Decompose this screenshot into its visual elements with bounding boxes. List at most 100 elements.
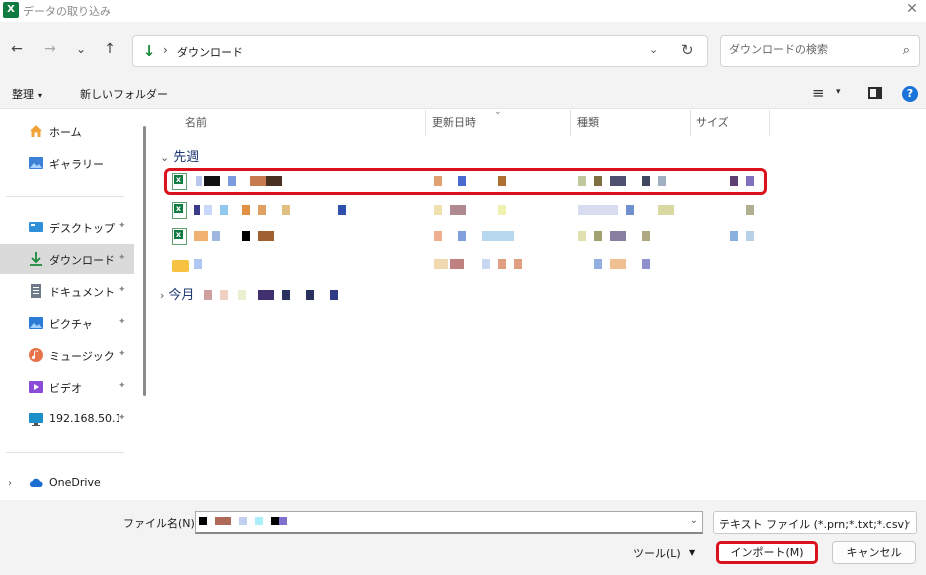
- pin-icon[interactable]: ✦: [118, 317, 126, 327]
- sidebar-item-documents[interactable]: ドキュメント ✦: [0, 276, 134, 306]
- file-row[interactable]: [168, 225, 768, 249]
- column-divider[interactable]: [690, 110, 691, 136]
- refresh-icon[interactable]: ↻: [681, 41, 694, 59]
- sidebar-item-videos[interactable]: ビデオ ✦: [0, 372, 134, 402]
- redacted-text: [330, 290, 338, 300]
- sort-indicator-icon: ⌄: [494, 107, 502, 117]
- download-icon: ↓: [142, 42, 156, 60]
- sidebar-item-downloads[interactable]: ダウンロード ✦: [0, 244, 134, 274]
- redacted-text: [658, 205, 674, 215]
- file-type-select[interactable]: テキスト ファイル (*.prn;*.txt;*.csv) ⌄: [713, 511, 917, 534]
- document-icon: [31, 284, 41, 298]
- sidebar-item-desktop[interactable]: デスクトップ ✦: [0, 212, 134, 242]
- folder-row[interactable]: [168, 253, 768, 277]
- help-icon[interactable]: ?: [902, 86, 918, 102]
- sidebar-scrollbar[interactable]: [143, 126, 146, 396]
- search-box[interactable]: ⌕: [720, 35, 920, 67]
- column-header-size[interactable]: サイズ: [696, 114, 729, 138]
- redacted-text: [578, 205, 618, 215]
- recent-locations-icon[interactable]: ⌄: [72, 40, 90, 58]
- redacted-text: [258, 290, 274, 300]
- sidebar-item-home[interactable]: ホーム: [0, 116, 134, 146]
- preview-pane-icon[interactable]: [868, 87, 882, 99]
- redacted-text: [242, 205, 250, 215]
- address-bar[interactable]: ↓ › ダウンロード ⌄ ↻: [132, 35, 708, 67]
- search-icon[interactable]: ⌕: [903, 43, 910, 58]
- close-icon[interactable]: ✕: [904, 1, 920, 17]
- column-divider[interactable]: [769, 110, 770, 136]
- sidebar-item-label: ギャラリー: [49, 158, 104, 171]
- column-header-type[interactable]: 種類: [577, 114, 599, 138]
- caret-down-icon[interactable]: ▾: [836, 87, 841, 97]
- redacted-text: [482, 231, 514, 241]
- column-header-name[interactable]: 名前: [185, 114, 207, 138]
- redacted-text: [642, 259, 650, 269]
- home-icon: [30, 125, 42, 137]
- chevron-down-icon[interactable]: ⌄: [690, 515, 698, 526]
- sidebar-item-onedrive[interactable]: OneDrive: [0, 468, 134, 498]
- sidebar-item-pictures[interactable]: ピクチャ ✦: [0, 308, 134, 338]
- redacted-text: [450, 205, 466, 215]
- sidebar-item-gallery[interactable]: ギャラリー: [0, 148, 134, 178]
- sidebar-item-music[interactable]: ミュージック ✦: [0, 340, 134, 370]
- redacted-text: [242, 231, 250, 241]
- group-label: 今月: [168, 288, 195, 303]
- cancel-button[interactable]: キャンセル: [832, 541, 916, 564]
- excel-file-icon: [172, 202, 187, 219]
- chevron-down-icon[interactable]: ⌄: [904, 516, 912, 527]
- filename-input[interactable]: ⌄: [195, 511, 703, 534]
- redacted-text: [204, 205, 212, 215]
- redacted-text: [626, 205, 634, 215]
- import-button[interactable]: インポート(M): [716, 541, 818, 564]
- breadcrumb-downloads[interactable]: ダウンロード: [177, 44, 243, 60]
- sidebar-item-label: ビデオ: [49, 382, 82, 395]
- redacted-text: [239, 517, 247, 525]
- up-icon[interactable]: ↑: [101, 40, 119, 58]
- sidebar-item-network-drive[interactable]: 192.168.50.10 ✦: [0, 404, 134, 434]
- redacted-text: [258, 231, 274, 241]
- redacted-text: [306, 290, 314, 300]
- new-folder-button[interactable]: 新しいフォルダー: [80, 86, 168, 102]
- column-header-date[interactable]: 更新日時: [432, 114, 476, 138]
- title-bar: X データの取り込み ✕: [0, 0, 926, 22]
- redacted-group-text: [194, 284, 794, 308]
- pin-icon[interactable]: ✦: [118, 349, 126, 359]
- dialog-footer: ファイル名(N): ⌄ テキスト ファイル (*.prn;*.txt;*.csv…: [0, 500, 926, 575]
- pin-icon[interactable]: ✦: [118, 285, 126, 295]
- sidebar-item-label: ホーム: [49, 126, 82, 139]
- filename-label: ファイル名(N):: [123, 517, 199, 530]
- redacted-text: [434, 205, 442, 215]
- pin-icon[interactable]: ✦: [118, 381, 126, 391]
- redacted-text: [434, 259, 448, 269]
- organize-button[interactable]: 整理 ▾: [12, 86, 42, 102]
- navigation-bar: ← → ⌄ ↑ ↓ › ダウンロード ⌄ ↻ ⌕: [0, 22, 926, 78]
- redacted-text: [514, 259, 522, 269]
- redacted-text: [458, 231, 466, 241]
- group-header-older[interactable]: › 今月: [160, 284, 194, 303]
- tools-menu-button[interactable]: ツール(L): [633, 545, 681, 561]
- chevron-down-icon[interactable]: ⌄: [649, 43, 658, 56]
- command-bar: 整理 ▾ 新しいフォルダー ≡ ▾ ?: [0, 78, 926, 109]
- file-type-value: テキスト ファイル (*.prn;*.txt;*.csv): [719, 518, 909, 531]
- pin-icon[interactable]: ✦: [118, 413, 126, 423]
- selection-annotation-box: [164, 168, 767, 195]
- group-header-last-week[interactable]: ⌄ 先週: [160, 146, 199, 165]
- view-options-icon[interactable]: ≡: [812, 84, 825, 102]
- redacted-text: [194, 231, 208, 241]
- back-icon[interactable]: ←: [8, 40, 26, 58]
- column-divider[interactable]: [570, 110, 571, 136]
- navigation-pane: ホーム ギャラリー デスクトップ ✦ ダウンロード ✦ ドキュメント ✦ ピクチ…: [0, 110, 150, 500]
- caret-down-icon[interactable]: ▼: [689, 548, 695, 557]
- redacted-text: [578, 231, 586, 241]
- search-input[interactable]: [729, 43, 889, 56]
- pin-icon[interactable]: ✦: [118, 221, 126, 231]
- forward-icon[interactable]: →: [41, 40, 59, 58]
- organize-label: 整理: [12, 88, 34, 101]
- folder-icon: [172, 260, 189, 272]
- pin-icon[interactable]: ✦: [118, 253, 126, 263]
- redacted-text: [255, 517, 263, 525]
- redacted-text: [220, 290, 228, 300]
- column-divider[interactable]: [425, 110, 426, 136]
- redacted-text: [279, 517, 287, 525]
- file-row[interactable]: [168, 199, 768, 223]
